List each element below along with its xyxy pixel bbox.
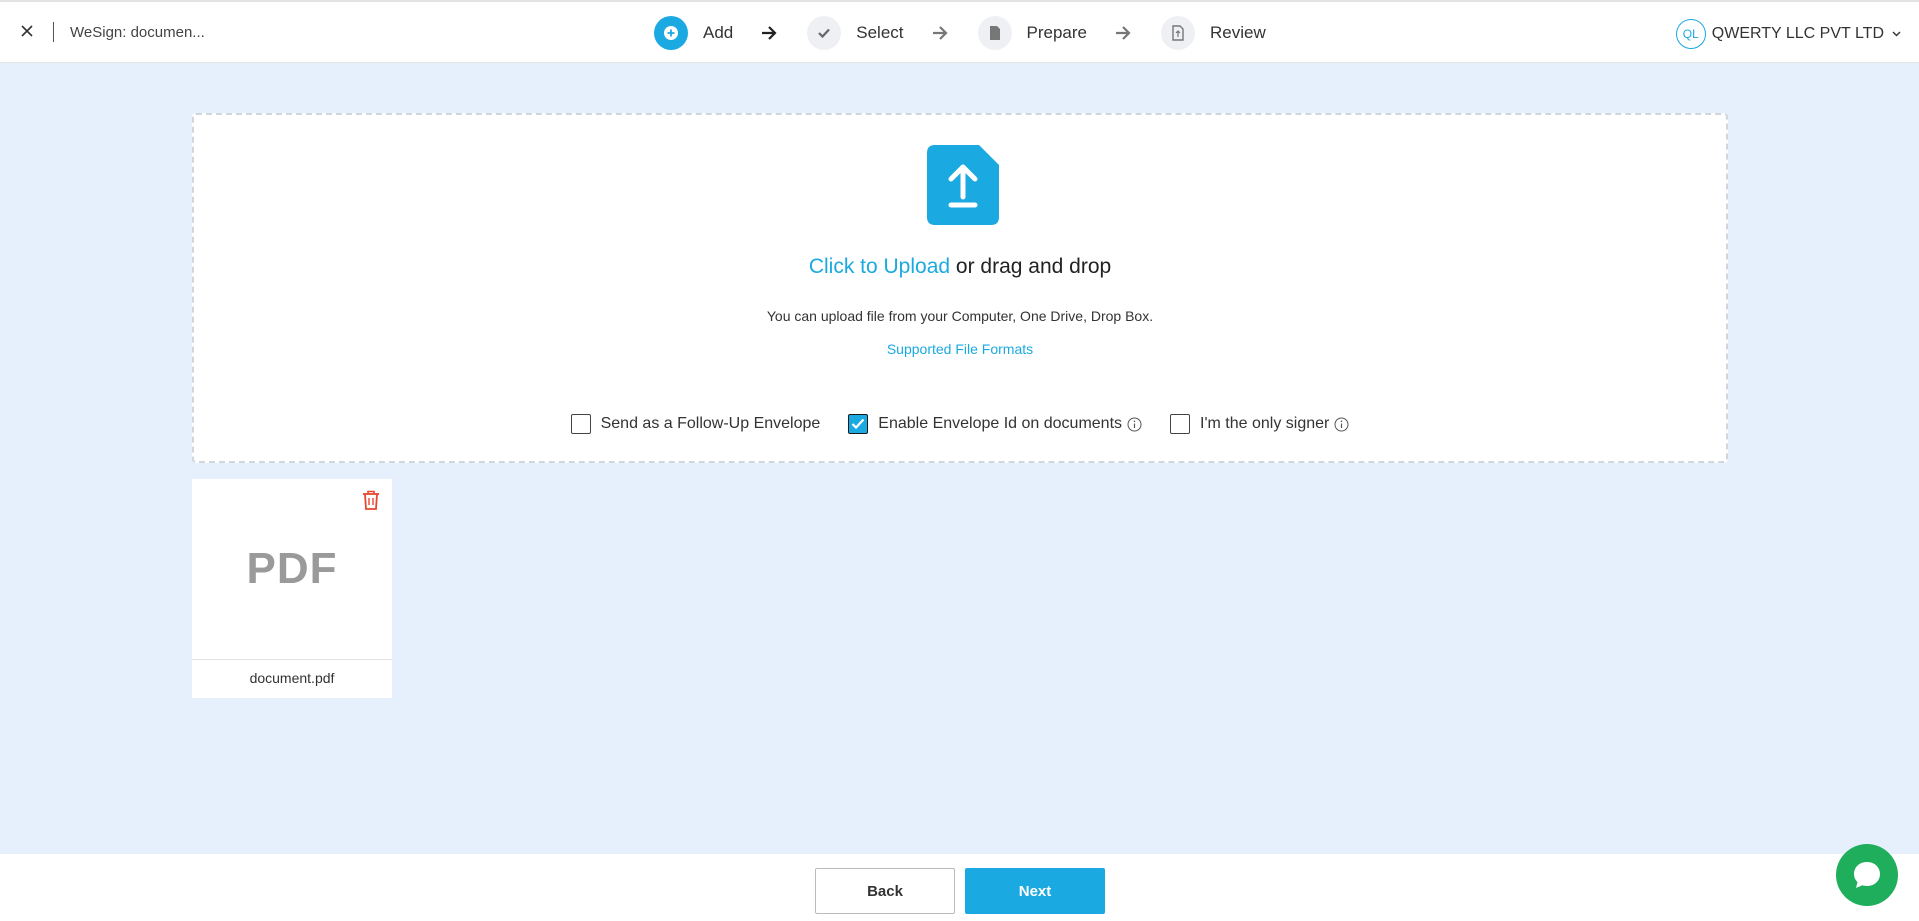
upload-heading: Click to Upload or drag and drop xyxy=(194,255,1726,279)
step-review[interactable]: Review xyxy=(1160,16,1266,50)
back-button[interactable]: Back xyxy=(815,868,955,914)
header-divider xyxy=(53,22,54,42)
option-enable-envelope-id: Enable Envelope Id on documents xyxy=(848,414,1142,434)
organization-menu[interactable]: QL QWERTY LLC PVT LTD xyxy=(1675,19,1901,49)
chevron-down-icon xyxy=(1892,29,1901,40)
plus-icon xyxy=(654,16,688,50)
file-card-divider xyxy=(192,659,392,660)
step-label-review: Review xyxy=(1209,23,1266,42)
option-follow-up-envelope: Send as a Follow-Up Envelope xyxy=(570,414,821,434)
file-card[interactable]: PDF document.pdf xyxy=(192,479,392,698)
info-icon[interactable] xyxy=(1127,417,1142,432)
document-title: WeSign: documen... xyxy=(70,24,205,41)
arrow-right-icon xyxy=(1115,26,1131,40)
footer-bar: Back Next xyxy=(0,854,1919,921)
supported-formats-link[interactable]: Supported File Formats xyxy=(887,341,1033,357)
check-icon xyxy=(807,16,842,50)
step-select[interactable]: Select xyxy=(807,16,904,50)
upload-subtitle: You can upload file from your Computer, … xyxy=(766,308,1154,324)
only-signer-label: I'm the only signer xyxy=(1200,415,1330,432)
step-label-add: Add xyxy=(703,23,734,42)
arrow-right-icon xyxy=(761,26,777,40)
document-icon xyxy=(977,16,1012,50)
avatar: QL xyxy=(1675,19,1706,49)
only-signer-checkbox[interactable] xyxy=(1170,414,1191,434)
click-to-upload-link[interactable]: Click to Upload xyxy=(809,255,950,278)
enable-envelope-id-checkbox[interactable] xyxy=(848,414,869,434)
next-button[interactable]: Next xyxy=(965,868,1105,914)
follow-up-envelope-label: Send as a Follow-Up Envelope xyxy=(600,415,821,432)
upload-heading-rest: or drag and drop xyxy=(950,255,1112,278)
review-document-icon xyxy=(1160,16,1195,50)
step-label-prepare: Prepare xyxy=(1026,23,1087,42)
arrow-right-icon xyxy=(932,26,948,40)
enable-envelope-id-label: Enable Envelope Id on documents xyxy=(878,415,1123,432)
supported-formats-wrapper: Supported File Formats xyxy=(194,341,1726,357)
file-name: document.pdf xyxy=(249,670,335,686)
option-only-signer: I'm the only signer xyxy=(1170,414,1349,434)
step-label-select: Select xyxy=(856,23,904,42)
progress-stepper: Add Select Prepare Review xyxy=(654,16,1266,50)
trash-icon[interactable] xyxy=(362,490,380,510)
organization-name: QWERTY LLC PVT LTD xyxy=(1711,25,1884,42)
chat-icon[interactable] xyxy=(1836,844,1898,906)
close-icon[interactable] xyxy=(18,22,36,40)
step-prepare[interactable]: Prepare xyxy=(977,16,1087,50)
follow-up-envelope-checkbox[interactable] xyxy=(570,414,591,434)
upload-options: Send as a Follow-Up Envelope Enable Enve… xyxy=(194,414,1726,434)
top-bar: WeSign: documen... Add Select Prepare Re… xyxy=(0,0,1919,63)
step-add[interactable]: Add xyxy=(654,16,733,50)
upload-file-icon[interactable] xyxy=(927,145,999,225)
upload-dropzone[interactable]: Click to Upload or drag and drop You can… xyxy=(192,113,1728,463)
info-icon[interactable] xyxy=(1334,417,1349,432)
